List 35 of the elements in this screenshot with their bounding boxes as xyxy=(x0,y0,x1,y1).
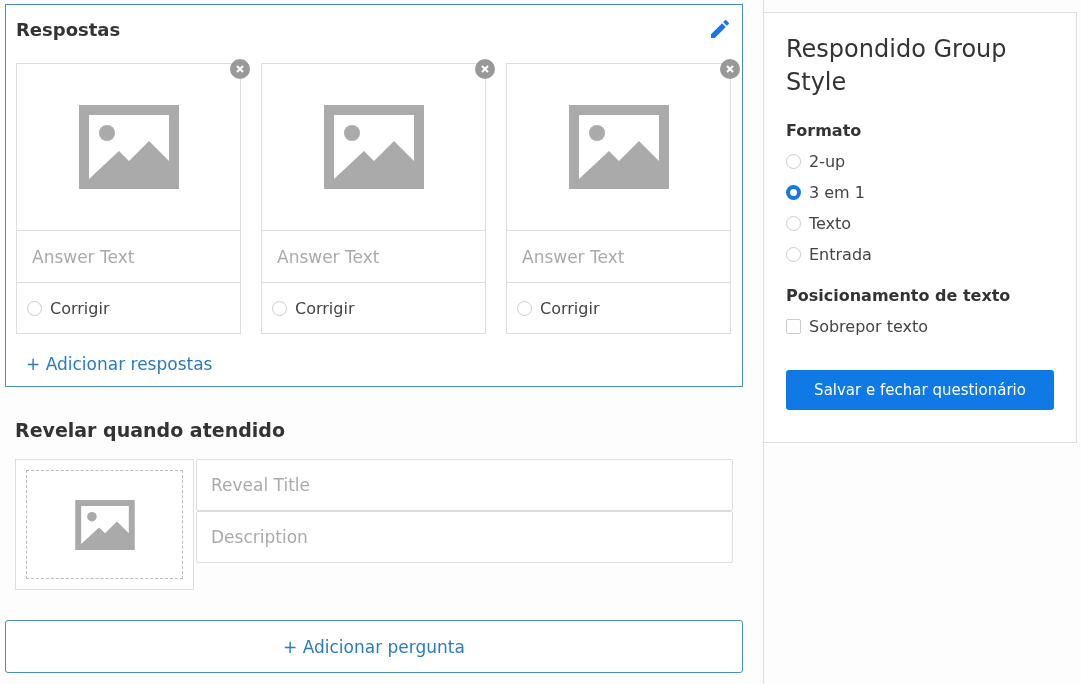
image-placeholder-icon xyxy=(78,105,179,189)
format-label: Formato xyxy=(786,121,863,140)
close-icon[interactable] xyxy=(475,59,495,79)
radio[interactable] xyxy=(272,300,287,316)
radio[interactable] xyxy=(786,154,801,169)
reveal-title-field[interactable]: Reveal Title xyxy=(196,459,733,511)
panel-title: Respondido Group Style xyxy=(786,34,1008,98)
description-field[interactable]: Description xyxy=(196,511,733,563)
close-icon[interactable] xyxy=(230,59,250,79)
radio[interactable] xyxy=(786,247,801,262)
checkbox[interactable] xyxy=(786,319,801,334)
radio[interactable] xyxy=(27,300,42,316)
image-upload-area[interactable] xyxy=(15,459,194,590)
pencil-icon[interactable] xyxy=(708,17,732,41)
radio[interactable] xyxy=(786,216,801,231)
correct-option[interactable]: Corrigir xyxy=(17,283,240,333)
add-question-button[interactable]: + Adicionar pergunta xyxy=(5,620,743,673)
close-icon[interactable] xyxy=(720,59,740,79)
overlay-option[interactable]: Sobrepor texto xyxy=(786,317,1054,336)
text-position-label: Posicionamento de texto xyxy=(786,286,1012,305)
section-title: Revelar quando atendido xyxy=(15,419,286,441)
format-option[interactable]: Entrada xyxy=(786,245,1054,264)
correct-option[interactable]: Corrigir xyxy=(262,283,485,333)
radio[interactable] xyxy=(786,185,801,200)
save-button[interactable]: Salvar e fechar questionário xyxy=(786,370,1054,410)
format-option[interactable]: 2-up xyxy=(786,152,1054,171)
format-option[interactable]: 3 em 1 xyxy=(786,183,1054,202)
radio[interactable] xyxy=(517,300,532,316)
image-placeholder-icon xyxy=(323,105,424,189)
format-option[interactable]: Texto xyxy=(786,214,1054,233)
add-answers-link[interactable]: + Adicionar respostas xyxy=(26,354,213,374)
image-placeholder-icon xyxy=(568,105,669,189)
section-title: Respostas xyxy=(16,18,121,40)
correct-option[interactable]: Corrigir xyxy=(507,283,730,333)
image-placeholder-icon xyxy=(74,499,135,550)
